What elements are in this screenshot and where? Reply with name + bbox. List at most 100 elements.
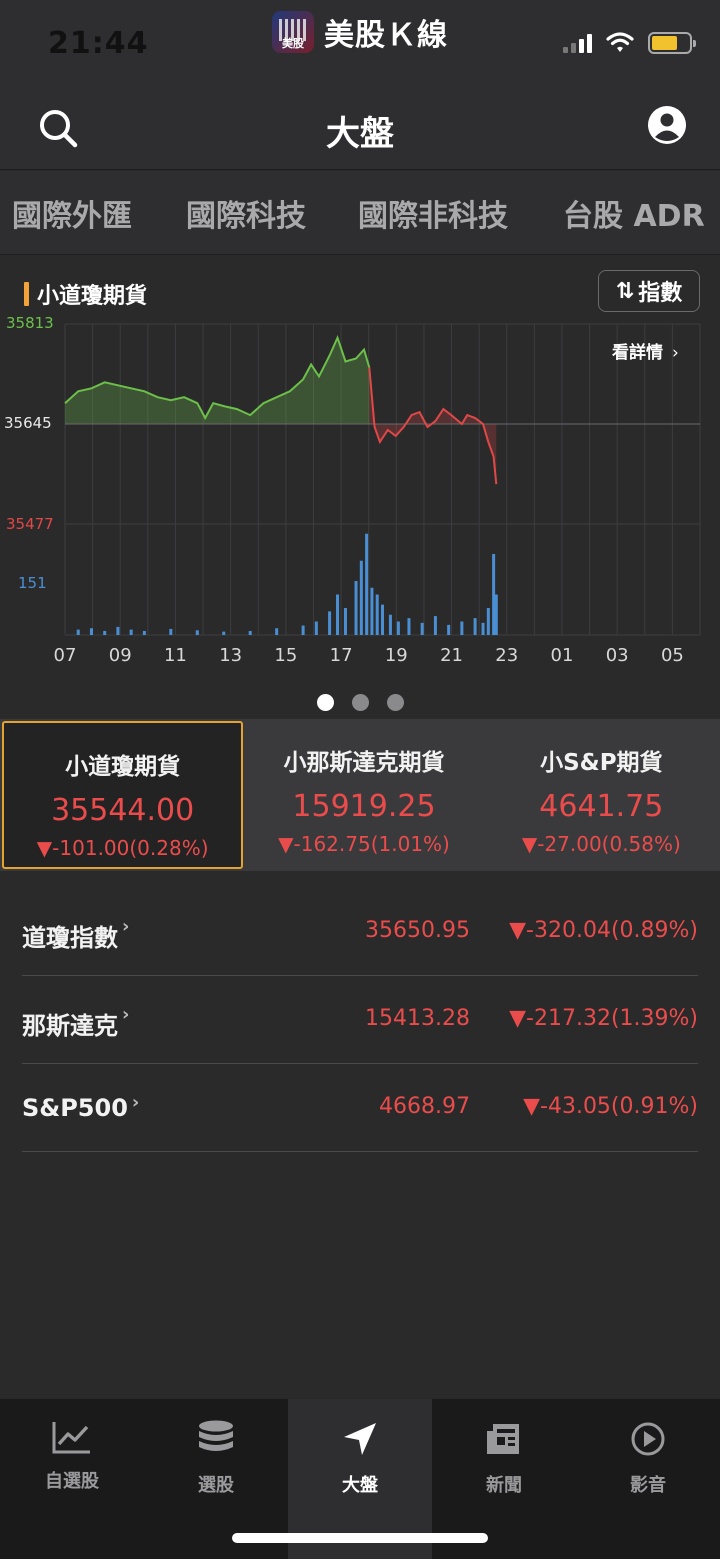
- page-title: 大盤: [326, 114, 394, 154]
- volume-bar: [343, 608, 347, 635]
- futures-name: 小道瓊期貨: [65, 754, 181, 780]
- volume-bar: [370, 587, 374, 635]
- index-name: S&P500: [22, 1094, 128, 1122]
- volume-bar: [420, 622, 424, 635]
- chart-section: 小道瓊期貨 ⇅ 指數 35813 35645 35477 151 看詳情 › 0…: [0, 256, 720, 718]
- volume-bar: [129, 629, 133, 635]
- tabbar-label: 自選股: [45, 1471, 99, 1492]
- volume-bar: [328, 611, 332, 635]
- volume-bar: [494, 594, 498, 635]
- futures-change: ▼-27.00(0.58%): [521, 832, 681, 856]
- chevron-right-icon: ›: [122, 916, 130, 937]
- index-value: 4668.97: [379, 1094, 470, 1119]
- sort-icon: ⇅: [615, 278, 635, 304]
- volume-bar: [354, 581, 358, 635]
- futures-card-mini-dow[interactable]: 小道瓊期貨 35544.00 ▼-101.00(0.28%): [2, 721, 244, 869]
- play-circle-icon: [631, 1422, 665, 1456]
- index-change: ▼-43.05(0.91%): [523, 1094, 698, 1119]
- chevron-right-icon: ›: [122, 1004, 130, 1025]
- index-value: 15413.28: [365, 1006, 470, 1031]
- title-accent-bar: [24, 282, 29, 306]
- page-dot-1[interactable]: [316, 694, 334, 711]
- database-icon: [199, 1420, 233, 1451]
- home-indicator[interactable]: [232, 1533, 488, 1543]
- volume-bar: [314, 621, 318, 635]
- volume-bar: [195, 630, 199, 635]
- x-tick-label: 15: [274, 645, 297, 666]
- volume-bar: [248, 630, 252, 635]
- cellular-signal-icon: [563, 33, 592, 53]
- volume-bar: [301, 625, 305, 635]
- y-label-reference: 35645: [4, 414, 52, 432]
- volume-bar: [365, 533, 369, 635]
- index-row-nasdaq[interactable]: 那斯達克 › 15413.28 ▼-217.32(1.39%): [22, 976, 698, 1064]
- account-icon[interactable]: [646, 104, 688, 146]
- volume-bar: [447, 624, 451, 635]
- volume-bar: [76, 629, 80, 635]
- volume-bar: [375, 594, 379, 635]
- volume-bar: [481, 622, 485, 635]
- futures-price: 15919.25: [292, 789, 436, 824]
- volume-bar: [336, 594, 340, 635]
- detail-link: 看詳情: [611, 342, 663, 363]
- index-change: ▼-217.32(1.39%): [509, 1006, 698, 1031]
- volume-bar: [116, 626, 120, 635]
- volume-bar: [381, 604, 384, 635]
- volume-label: 151: [18, 574, 47, 592]
- volume-bar: [486, 608, 490, 635]
- volume-bar: [492, 554, 496, 635]
- wifi-icon: [606, 32, 634, 52]
- index-name: 道瓊指數: [22, 924, 118, 952]
- tab-intl-non-tech[interactable]: 國際非科技: [358, 191, 508, 235]
- navigation-arrow-icon: [344, 1423, 376, 1455]
- status-bar: 21:44 美股 美股Ｋ線: [0, 0, 720, 84]
- volume-bar: [460, 621, 464, 635]
- tab-tw-adr[interactable]: 台股 ADR: [563, 191, 705, 235]
- price-chart[interactable]: 35813 35645 35477 151 看詳情 › 07 09 11 13 15 17…: [0, 312, 720, 672]
- futures-change: ▼-101.00(0.28%): [36, 836, 209, 860]
- volume-bar: [142, 630, 146, 635]
- tabbar-label: 新聞: [486, 1475, 522, 1496]
- chevron-right-icon: ›: [131, 1092, 140, 1113]
- volume-bar: [396, 621, 400, 635]
- x-tick-label: 07: [54, 645, 77, 666]
- x-tick-label: 17: [330, 645, 353, 666]
- tabbar-video[interactable]: 影音: [576, 1399, 720, 1559]
- tabbar-watchlist[interactable]: 自選股: [0, 1399, 144, 1559]
- futures-card-mini-sp[interactable]: 小S&P期貨 4641.75 ▼-27.00(0.58%): [483, 719, 720, 871]
- system-icons: [563, 32, 696, 54]
- tab-intl-tech[interactable]: 國際科技: [186, 191, 306, 235]
- app-icon: 美股: [272, 11, 314, 53]
- y-label-top: 35813: [6, 314, 54, 332]
- index-row-sp500[interactable]: S&P500 › 4668.97 ▼-43.05(0.91%): [22, 1064, 698, 1152]
- chart-title: 小道瓊期貨: [24, 278, 147, 310]
- app-icon-label: 美股: [282, 37, 304, 50]
- page-indicator[interactable]: [0, 694, 720, 711]
- price-area-up: [65, 337, 370, 424]
- x-tick-label: 19: [385, 645, 408, 666]
- app-badge: 美股 美股Ｋ線: [272, 10, 448, 54]
- y-label-bottom: 35477: [6, 515, 54, 533]
- futures-price: 35544.00: [51, 793, 195, 828]
- nav-bar: 大盤: [0, 84, 720, 170]
- volume-bar: [222, 631, 226, 635]
- tab-intl-forex[interactable]: 國際外匯: [12, 191, 132, 235]
- index-button-label: 指數: [638, 281, 683, 306]
- tabbar-label: 大盤: [342, 1475, 378, 1496]
- index-row-dow[interactable]: 道瓊指數 › 35650.95 ▼-320.04(0.89%): [22, 888, 698, 976]
- app-name: 美股Ｋ線: [324, 18, 448, 53]
- chart-title-text: 小道瓊期貨: [37, 284, 148, 309]
- volume-bar: [169, 628, 173, 635]
- price-area-down: [369, 367, 497, 485]
- status-time: 21:44: [48, 26, 149, 61]
- futures-change: ▼-162.75(1.01%): [278, 832, 450, 856]
- index-toggle-button[interactable]: ⇅ 指數: [598, 270, 700, 312]
- x-tick-label: 23: [495, 645, 518, 666]
- volume-bar: [388, 614, 392, 635]
- page-dot-2[interactable]: [351, 694, 369, 711]
- futures-card-mini-nasdaq[interactable]: 小那斯達克期貨 15919.25 ▼-162.75(1.01%): [245, 719, 482, 871]
- page-dot-3[interactable]: [386, 694, 404, 711]
- index-change: ▼-320.04(0.89%): [509, 918, 698, 943]
- volume-bar: [433, 616, 437, 635]
- tabbar-label: 選股: [198, 1475, 234, 1496]
